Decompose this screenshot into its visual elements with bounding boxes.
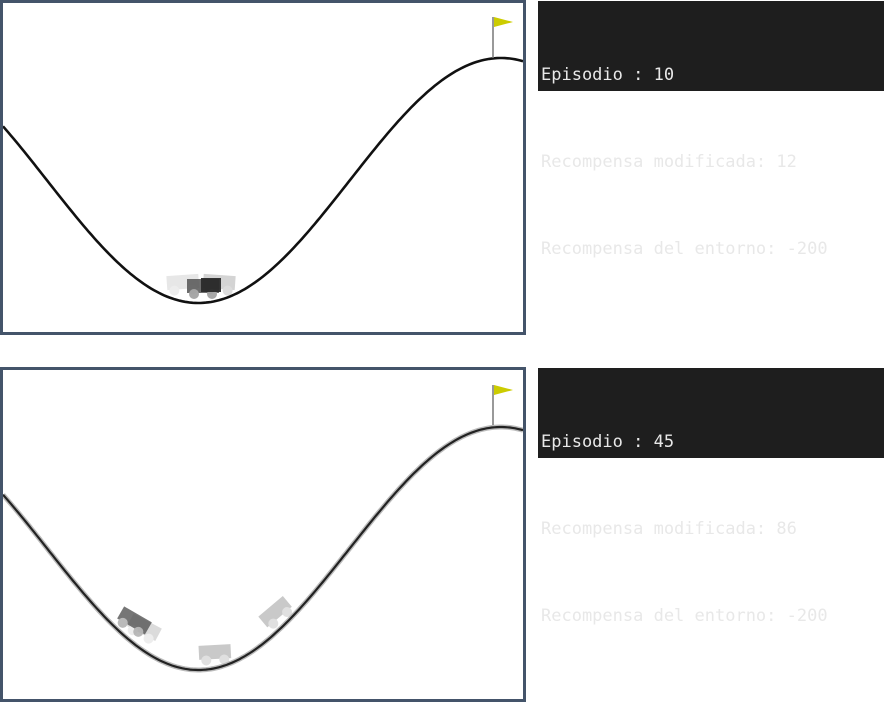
- car-icon: [198, 644, 232, 666]
- episode-label: Episodio : 45: [541, 432, 675, 452]
- env-reward-label: Recompensa del entorno: -200: [541, 239, 828, 259]
- game-frame-episode-10: [0, 0, 526, 335]
- modified-reward-label: Recompensa modificada: 12: [541, 152, 797, 172]
- console-output-episode-10: Episodio : 10 Recompensa modificada: 12 …: [538, 1, 884, 259]
- mountain-car-scene: [3, 17, 523, 305]
- console-output-episode-45: Episodio : 45 Recompensa modificada: 86 …: [538, 368, 884, 626]
- mountain-track: [3, 56, 523, 305]
- episode-label: Episodio : 10: [541, 65, 675, 85]
- flag-icon: [492, 17, 513, 58]
- mountain-track: [3, 425, 523, 672]
- flag-icon: [492, 385, 513, 425]
- game-frame-episode-45: [0, 367, 526, 702]
- car-icon: [201, 278, 221, 292]
- mountain-track-shadow: [3, 424, 523, 673]
- env-reward-label: Recompensa del entorno: -200: [541, 606, 828, 626]
- car-icon: [258, 596, 293, 629]
- mountain-car-scene: [3, 385, 523, 673]
- modified-reward-label: Recompensa modificada: 86: [541, 519, 797, 539]
